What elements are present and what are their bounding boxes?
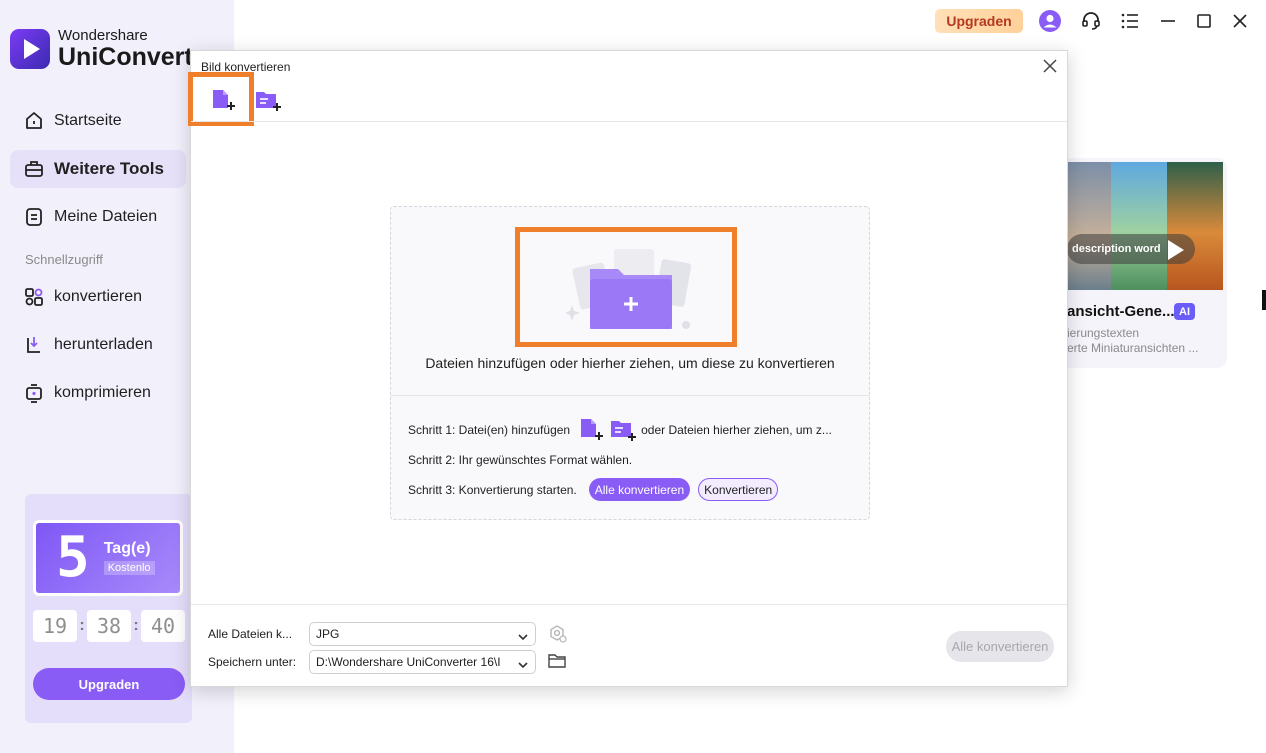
open-folder-icon[interactable] bbox=[548, 653, 566, 674]
upgrade-button[interactable]: Upgraden bbox=[935, 9, 1023, 33]
sidebar-item-label: Weitere Tools bbox=[54, 159, 164, 178]
thumbnail-generator-card[interactable]: description word ansicht-Gene... AI ieru… bbox=[1055, 158, 1227, 368]
step-convert-all-button[interactable]: Alle konvertieren bbox=[588, 478, 691, 501]
output-format-select[interactable]: JPG bbox=[309, 622, 536, 646]
promo-upgrade-button[interactable]: Upgraden bbox=[33, 668, 185, 700]
download-icon bbox=[24, 335, 44, 355]
play-icon bbox=[1168, 240, 1184, 260]
drop-zone[interactable]: Dateien hinzufügen oder hierher ziehen, … bbox=[390, 206, 870, 520]
step-3-label: Schritt 3: Konvertierung starten. bbox=[408, 482, 577, 497]
home-icon bbox=[24, 111, 44, 131]
support-headset-icon[interactable] bbox=[1080, 10, 1102, 32]
step-1: Schritt 1: Datei(en) hinzufügen oder Dat… bbox=[408, 417, 832, 443]
chevron-down-icon bbox=[518, 630, 528, 644]
drop-area-highlight bbox=[515, 227, 737, 347]
sidebar-item-herunterladen[interactable]: herunterladen bbox=[10, 326, 186, 364]
card-subtitle-line-2: erte Miniaturansichten ... bbox=[1067, 341, 1199, 355]
sidebar-item-weitere-tools[interactable]: Weitere Tools bbox=[10, 150, 186, 188]
maximize-icon[interactable] bbox=[1193, 10, 1215, 32]
step-1-label: Schritt 1: Datei(en) hinzufügen bbox=[408, 423, 571, 437]
card-title: ansicht-Gene... bbox=[1067, 303, 1175, 320]
timer-seconds: 40 bbox=[141, 610, 185, 642]
menu-icon[interactable] bbox=[1119, 10, 1141, 32]
dialog-close-icon[interactable] bbox=[1042, 58, 1058, 74]
toolbox-icon bbox=[24, 159, 44, 179]
sidebar-item-label: komprimieren bbox=[54, 384, 151, 401]
timer-hours: 19 bbox=[33, 610, 77, 642]
days-label: Tag(e) bbox=[103, 540, 151, 557]
trial-days-card: 5 Tag(e) Kostenlo bbox=[33, 520, 183, 596]
ai-badge: AI bbox=[1174, 303, 1195, 320]
files-icon bbox=[24, 207, 44, 227]
all-files-label: Alle Dateien k... bbox=[208, 627, 293, 641]
step-2: Schritt 2: Ihr gewünschtes Format wählen… bbox=[408, 453, 632, 467]
format-settings-icon[interactable] bbox=[548, 624, 568, 649]
edge-marker bbox=[1262, 290, 1266, 310]
toolbar-divider bbox=[191, 121, 1067, 122]
save-to-label: Speichern unter: bbox=[208, 655, 297, 669]
account-avatar-icon[interactable] bbox=[1039, 10, 1061, 32]
chevron-down-icon bbox=[518, 658, 528, 672]
sidebar-item-konvertieren[interactable]: konvertieren bbox=[10, 278, 186, 316]
free-label: Kostenlo bbox=[103, 561, 155, 575]
step-add-folder-icon[interactable] bbox=[609, 417, 637, 443]
step-2-label: Schritt 2: Ihr gewünschtes Format wählen… bbox=[408, 453, 633, 467]
trial-promo: 5 Tag(e) Kostenlo 19 : 38 : 40 Upgraden bbox=[25, 494, 192, 723]
app-logo bbox=[10, 29, 50, 69]
quick-access-label: Schnellzugriff bbox=[25, 252, 103, 267]
card-thumbnails bbox=[1055, 162, 1223, 290]
step-add-file-icon[interactable] bbox=[578, 417, 604, 443]
brand: Wondershare UniConverter bbox=[10, 28, 216, 70]
sidebar-item-meine-dateien[interactable]: Meine Dateien bbox=[10, 198, 186, 236]
compress-icon bbox=[24, 383, 44, 403]
timer-minutes: 38 bbox=[87, 610, 131, 642]
convert-all-button[interactable]: Alle konvertieren bbox=[946, 631, 1054, 662]
save-path-value: D:\Wondershare UniConverter 16\I bbox=[316, 655, 501, 669]
image-convert-dialog: Bild konvertieren Dateien hinzufügen ode… bbox=[188, 50, 1068, 687]
sidebar-item-label: herunterladen bbox=[54, 336, 153, 353]
brand-name-small: Wondershare bbox=[58, 27, 148, 44]
card-subtitle-line-1: ierungstexten bbox=[1067, 326, 1140, 340]
add-folder-icon[interactable] bbox=[254, 87, 282, 115]
sidebar-item-label: Meine Dateien bbox=[54, 208, 158, 225]
sidebar-item-startseite[interactable]: Startseite bbox=[10, 102, 186, 140]
save-path-select[interactable]: D:\Wondershare UniConverter 16\I bbox=[309, 650, 536, 674]
drop-instruction: Dateien hinzufügen oder hierher ziehen, … bbox=[425, 355, 835, 371]
sidebar-item-komprimieren[interactable]: komprimieren bbox=[10, 374, 186, 412]
sidebar-item-label: Startseite bbox=[54, 112, 122, 129]
step-1-suffix: oder Dateien hierher ziehen, um z... bbox=[641, 423, 832, 437]
close-window-icon[interactable] bbox=[1229, 10, 1251, 32]
minimize-icon[interactable] bbox=[1157, 10, 1179, 32]
step-3: Schritt 3: Konvertierung starten. Alle k… bbox=[408, 478, 779, 501]
trial-days-count: 5 bbox=[56, 525, 90, 590]
step-convert-button[interactable]: Konvertieren bbox=[698, 478, 779, 501]
add-file-highlight bbox=[188, 72, 254, 126]
sidebar-item-label: konvertieren bbox=[54, 288, 143, 305]
countdown-timer: 19 : 38 : 40 bbox=[33, 610, 185, 642]
drop-divider bbox=[391, 395, 869, 396]
convert-icon bbox=[24, 287, 44, 307]
footer-divider bbox=[191, 604, 1067, 605]
output-format-value: JPG bbox=[316, 627, 340, 641]
